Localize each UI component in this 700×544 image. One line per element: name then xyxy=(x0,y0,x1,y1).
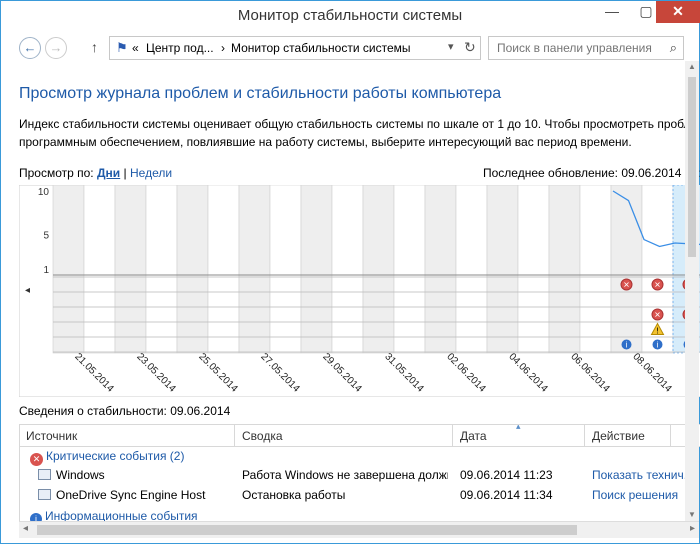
chart-day-column[interactable] xyxy=(145,185,178,354)
app-icon xyxy=(38,469,51,480)
info-mark-glyph: i xyxy=(656,341,658,350)
table-row[interactable]: OneDrive Sync Engine Host Остановка рабо… xyxy=(20,485,700,505)
column-divider[interactable] xyxy=(670,425,671,447)
table-header: Источник Сводка Дата ▴ Действие xyxy=(20,425,700,447)
chart-day-column[interactable] xyxy=(424,185,457,354)
view-by-days-link[interactable]: Дни xyxy=(97,166,120,180)
info-mark-glyph: i xyxy=(625,341,627,350)
info-events-label: Информационные события xyxy=(45,509,198,521)
scroll-left-icon[interactable]: ◂ xyxy=(23,523,28,534)
chart-day-column[interactable] xyxy=(548,185,581,354)
chart-day-column[interactable] xyxy=(610,185,643,354)
app-icon xyxy=(38,489,51,500)
row-date: 09.06.2014 11:23 xyxy=(460,468,553,482)
last-update: Последнее обновление: 09.06.2014 11: xyxy=(483,166,700,180)
chart-day-column[interactable] xyxy=(486,185,519,354)
show-technical-details-link[interactable]: Показать технич... xyxy=(592,468,698,482)
view-by-label: Просмотр по: xyxy=(19,166,94,180)
breadcrumb-item-parent[interactable]: Центр под... xyxy=(146,41,214,55)
refresh-icon[interactable]: ↻ xyxy=(464,39,476,56)
chart-day-column[interactable] xyxy=(238,185,271,354)
breadcrumb-overflow[interactable]: « xyxy=(132,41,139,55)
scroll-down-icon[interactable]: ▼ xyxy=(688,510,696,519)
chart-day-column[interactable] xyxy=(331,185,364,354)
row-source: OneDrive Sync Engine Host xyxy=(56,488,206,502)
breadcrumb-item-current[interactable]: Монитор стабильности системы xyxy=(231,41,411,55)
info-events-group[interactable]: i Информационные события xyxy=(30,509,198,521)
y-tick-label: 1 xyxy=(43,265,49,276)
chart-day-column[interactable] xyxy=(579,185,612,354)
chart-day-column[interactable] xyxy=(393,185,426,354)
chart-day-column[interactable] xyxy=(300,185,333,354)
scrollbar-thumb[interactable] xyxy=(37,525,577,535)
error-mark-glyph: ✕ xyxy=(654,311,661,320)
column-divider[interactable] xyxy=(452,425,453,447)
critical-events-label: Критические события (2) xyxy=(46,449,185,463)
up-button[interactable]: ↑ xyxy=(91,39,98,55)
table-row[interactable]: Windows Работа Windows не завершена долж… xyxy=(20,465,700,485)
flag-icon: ⚑ xyxy=(116,40,128,55)
error-mark-glyph: ✕ xyxy=(654,281,661,290)
details-title: Сведения о стабильности: 09.06.2014 xyxy=(19,404,231,418)
window: Монитор стабильности системы — ▢ ✕ ← → ↑… xyxy=(0,0,700,544)
chart-day-column[interactable] xyxy=(455,185,488,354)
sort-arrow-icon: ▴ xyxy=(516,424,521,431)
stability-chart[interactable]: ◂ 1051 ✕✕✕✕✕!iii 21.05.201423.05.201425.… xyxy=(19,185,700,397)
chart-day-column[interactable] xyxy=(114,185,147,354)
scroll-right-icon[interactable]: ▸ xyxy=(690,523,695,534)
column-date[interactable]: Дата xyxy=(460,429,487,443)
breadcrumb[interactable]: ⚑ « Центр под... › Монитор стабильности … xyxy=(109,36,481,60)
chart-day-column[interactable] xyxy=(517,185,550,354)
title-bar: Монитор стабильности системы — ▢ ✕ xyxy=(1,1,700,31)
chart-day-column[interactable] xyxy=(269,185,302,354)
minimize-button[interactable]: — xyxy=(595,1,629,23)
scroll-left-arrow[interactable]: ◂ xyxy=(25,285,30,296)
info-icon: i xyxy=(30,513,42,521)
search-box: ⌕ xyxy=(488,36,684,60)
horizontal-scrollbar[interactable]: ◂ ▸ xyxy=(19,521,699,538)
column-summary[interactable]: Сводка xyxy=(242,429,283,443)
search-input[interactable] xyxy=(497,38,667,58)
row-source: Windows xyxy=(56,468,105,482)
details-table: Источник Сводка Дата ▴ Действие ✕ Критиче… xyxy=(19,424,700,521)
page-description: Индекс стабильности системы оценивает об… xyxy=(19,115,699,151)
chart-day-column[interactable] xyxy=(52,185,85,354)
breadcrumb-separator: › xyxy=(221,41,225,55)
y-tick-label: 5 xyxy=(43,230,49,241)
close-button[interactable]: ✕ xyxy=(656,1,700,23)
column-source[interactable]: Источник xyxy=(26,429,77,443)
address-bar: ← → ↑ ⚑ « Центр под... › Монитор стабиль… xyxy=(1,35,699,61)
column-action[interactable]: Действие xyxy=(592,429,645,443)
view-by: Просмотр по: Дни | Недели xyxy=(19,166,172,180)
warning-mark-glyph: ! xyxy=(656,327,659,336)
row-date: 09.06.2014 11:34 xyxy=(460,488,553,502)
chevron-down-icon[interactable]: ▾ xyxy=(448,40,454,53)
chart-day-column[interactable] xyxy=(207,185,240,354)
row-summary: Остановка работы xyxy=(242,488,346,502)
forward-button[interactable]: → xyxy=(45,37,67,59)
view-by-separator: | xyxy=(123,166,127,180)
chart-day-column[interactable] xyxy=(83,185,116,354)
back-button[interactable]: ← xyxy=(19,37,41,59)
view-by-weeks-link[interactable]: Недели xyxy=(130,166,172,180)
chart-day-column[interactable] xyxy=(362,185,395,354)
column-divider[interactable] xyxy=(234,425,235,447)
critical-events-group[interactable]: ✕ Критические события (2) xyxy=(30,449,184,466)
scroll-up-icon[interactable]: ▲ xyxy=(688,62,696,71)
description-line-1: Индекс стабильности системы оценивает об… xyxy=(19,117,699,131)
check-for-solution-link[interactable]: Поиск решения xyxy=(592,488,698,502)
scrollbar-thumb[interactable] xyxy=(688,77,696,257)
error-mark-glyph: ✕ xyxy=(623,281,630,290)
page-title: Просмотр журнала проблем и стабильности … xyxy=(19,85,502,102)
vertical-scrollbar[interactable]: ▲ ▼ xyxy=(685,61,699,521)
row-summary: Работа Windows не завершена должн... xyxy=(242,468,448,482)
chart-day-column[interactable] xyxy=(176,185,209,354)
y-tick-label: 10 xyxy=(38,187,50,198)
description-line-2: программным обеспечением, повлиявшие на … xyxy=(19,135,632,149)
search-icon[interactable]: ⌕ xyxy=(670,40,677,56)
column-divider[interactable] xyxy=(584,425,585,447)
